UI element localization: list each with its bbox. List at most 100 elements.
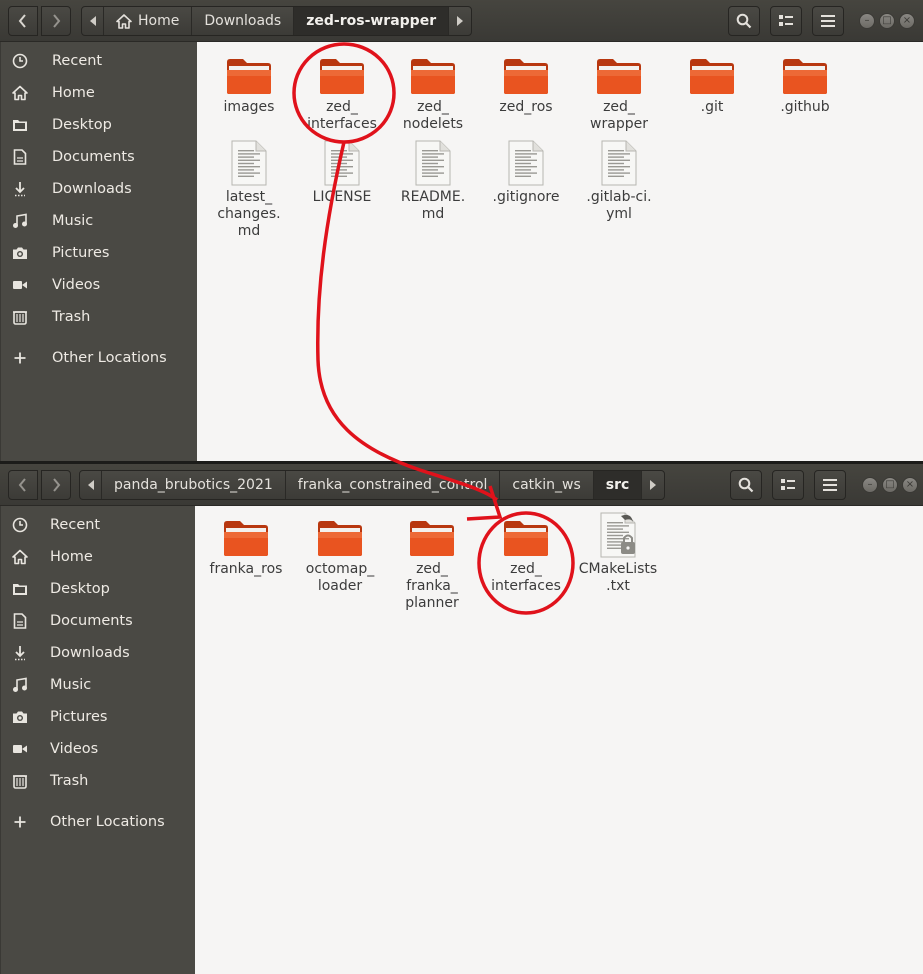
folder-icon xyxy=(666,56,758,96)
forward-button[interactable] xyxy=(41,470,71,500)
sidebar-item-other-locations[interactable]: Other Locations xyxy=(0,806,195,838)
file-item-gitignore[interactable]: .gitignore xyxy=(480,140,572,206)
file-name: zed_ interfaces xyxy=(307,99,377,132)
back-button[interactable] xyxy=(8,6,38,36)
download-icon xyxy=(11,180,29,198)
path-scroll-left[interactable] xyxy=(80,471,102,499)
file-item-readme-md[interactable]: README. md xyxy=(387,140,479,223)
sidebar-item-pictures[interactable]: Pictures xyxy=(0,701,195,733)
sidebar-item-music[interactable]: Music xyxy=(0,205,197,237)
folder-item-zed-interfaces[interactable]: zed_ interfaces xyxy=(480,518,572,595)
sidebar-item-trash[interactable]: Trash xyxy=(0,765,195,797)
folder-item-zed-wrapper[interactable]: zed_ wrapper xyxy=(573,56,665,133)
sidebar-item-recent[interactable]: Recent xyxy=(0,509,195,541)
sidebar-item-downloads[interactable]: Downloads xyxy=(0,173,197,205)
folder-item-zed-franka-planner[interactable]: zed_ franka_ planner xyxy=(386,518,478,612)
sidebar-item-music[interactable]: Music xyxy=(0,669,195,701)
chevron-left-icon xyxy=(18,14,26,28)
search-button[interactable] xyxy=(728,6,760,36)
menu-button[interactable] xyxy=(814,470,846,500)
path-segment-panda[interactable]: panda_brubotics_2021 xyxy=(102,471,286,499)
sidebar-item-home[interactable]: Home xyxy=(0,541,195,573)
view-toggle-button[interactable] xyxy=(770,6,802,36)
sidebar-item-other-locations[interactable]: Other Locations xyxy=(0,342,197,374)
file-item-license[interactable]: LICENSE xyxy=(296,140,388,206)
close-icon: × xyxy=(905,479,915,490)
folder-icon xyxy=(386,518,478,558)
sidebar-item-recent[interactable]: Recent xyxy=(0,45,197,77)
path-segment-downloads[interactable]: Downloads xyxy=(192,7,295,35)
text-file-icon xyxy=(387,140,479,186)
sidebar-item-videos[interactable]: Videos xyxy=(0,733,195,765)
path-segment-current[interactable]: src xyxy=(593,471,643,499)
sidebar-item-label: Pictures xyxy=(52,245,110,261)
close-button[interactable]: × xyxy=(899,13,915,29)
document-icon xyxy=(11,148,29,166)
forward-button[interactable] xyxy=(41,6,71,36)
sidebar-item-documents[interactable]: Documents xyxy=(0,141,197,173)
path-segment-current[interactable]: zed-ros-wrapper xyxy=(294,7,450,35)
close-button[interactable]: × xyxy=(902,477,918,493)
minimize-icon: – xyxy=(867,479,873,490)
folder-item-images[interactable]: images xyxy=(203,56,295,116)
folder-icon xyxy=(480,56,572,96)
folder-item-github[interactable]: .github xyxy=(759,56,851,116)
close-icon: × xyxy=(902,15,912,26)
sidebar-item-pictures[interactable]: Pictures xyxy=(0,237,197,269)
clock-icon xyxy=(11,52,29,70)
sidebar-item-label: Documents xyxy=(52,149,135,165)
sidebar-item-documents[interactable]: Documents xyxy=(0,605,195,637)
sidebar-item-desktop[interactable]: Desktop xyxy=(0,109,197,141)
folder-item-git[interactable]: .git xyxy=(666,56,758,116)
folder-icon xyxy=(203,56,295,96)
menu-button[interactable] xyxy=(812,6,844,36)
home-icon xyxy=(116,13,132,29)
hamburger-icon xyxy=(823,479,837,491)
folder-item-zed-ros[interactable]: zed_ros xyxy=(480,56,572,116)
minimize-button[interactable]: – xyxy=(862,477,878,493)
folder-icon xyxy=(11,580,29,598)
file-name: README. md xyxy=(400,189,466,222)
minimize-button[interactable]: – xyxy=(859,13,875,29)
text-file-icon xyxy=(296,140,388,186)
folder-item-franka-ros[interactable]: franka_ros xyxy=(200,518,292,578)
sidebar-item-trash[interactable]: Trash xyxy=(0,301,197,333)
path-segment-home[interactable]: Home xyxy=(104,7,193,35)
path-bar: panda_brubotics_2021 franka_constrained_… xyxy=(79,470,666,500)
maximize-button[interactable]: □ xyxy=(882,477,898,493)
folder-icon xyxy=(200,518,292,558)
file-item-gitlab-ci-yml[interactable]: .gitlab-ci. yml xyxy=(573,140,665,223)
path-segment-catkin[interactable]: catkin_ws xyxy=(500,471,594,499)
locked-file-icon xyxy=(572,512,664,558)
file-name: octomap_ loader xyxy=(305,561,375,594)
folder-icon xyxy=(759,56,851,96)
sidebar-item-desktop[interactable]: Desktop xyxy=(0,573,195,605)
path-scroll-right[interactable] xyxy=(642,471,664,499)
file-name: zed_ wrapper xyxy=(590,99,648,132)
sidebar-item-label: Documents xyxy=(50,613,133,629)
file-item-cmakelists-txt[interactable]: CMakeLists .txt xyxy=(572,512,664,595)
path-segment-franka[interactable]: franka_constrained_control xyxy=(286,471,501,499)
sidebar-item-downloads[interactable]: Downloads xyxy=(0,637,195,669)
maximize-button[interactable]: □ xyxy=(879,13,895,29)
folder-item-zed-nodelets[interactable]: zed_ nodelets xyxy=(387,56,479,133)
document-icon xyxy=(11,612,29,630)
chevron-left-icon xyxy=(18,478,26,492)
search-button[interactable] xyxy=(730,470,762,500)
path-scroll-right[interactable] xyxy=(449,7,471,35)
view-toggle-button[interactable] xyxy=(772,470,804,500)
triangle-right-icon xyxy=(457,16,464,26)
sidebar-item-home[interactable]: Home xyxy=(0,77,197,109)
folder-icon xyxy=(480,518,572,558)
path-scroll-left[interactable] xyxy=(82,7,104,35)
text-file-icon xyxy=(573,140,665,186)
back-button[interactable] xyxy=(8,470,38,500)
video-icon xyxy=(11,740,29,758)
file-item-latest-changes-md[interactable]: latest_ changes. md xyxy=(203,140,295,240)
video-icon xyxy=(11,276,29,294)
sidebar-item-videos[interactable]: Videos xyxy=(0,269,197,301)
folder-item-zed-interfaces[interactable]: zed_ interfaces xyxy=(296,56,388,133)
minimize-icon: – xyxy=(864,15,870,26)
folder-item-octomap-loader[interactable]: octomap_ loader xyxy=(294,518,386,595)
home-icon xyxy=(11,84,29,102)
